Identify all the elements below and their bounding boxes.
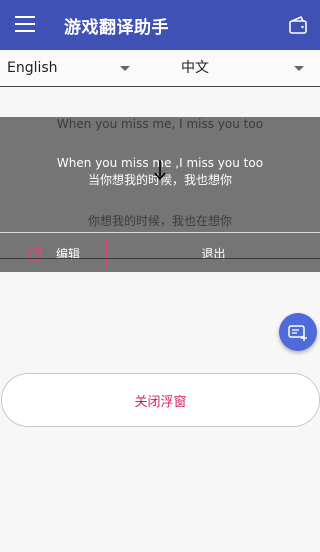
target-language-label: 中文 bbox=[181, 60, 209, 76]
overlay-actions: 编辑 退出 bbox=[0, 233, 320, 272]
original-text-line: 你想我的时候，我也在想你 bbox=[87, 214, 232, 228]
arrow-down-icon bbox=[154, 160, 166, 181]
exit-label: 退出 bbox=[201, 247, 226, 261]
edit-button[interactable]: 编辑 bbox=[0, 233, 106, 272]
close-overlay-label: 关闭浮窗 bbox=[134, 395, 187, 410]
close-overlay-button[interactable]: 关闭浮窗 bbox=[1, 373, 320, 427]
language-bar: English 中文 bbox=[0, 50, 320, 87]
source-language-label: English bbox=[7, 60, 58, 76]
app-title: 游戏翻译助手 bbox=[64, 18, 169, 38]
translation-overlay[interactable]: When you miss me, I miss you too When yo… bbox=[0, 117, 320, 272]
exit-button[interactable]: 退出 bbox=[107, 233, 320, 272]
wallet-icon[interactable] bbox=[288, 15, 308, 35]
target-language-select[interactable]: 中文 bbox=[181, 50, 306, 86]
original-text-line: When you miss me, I miss you too bbox=[56, 117, 264, 131]
source-language-select[interactable]: English bbox=[7, 50, 135, 86]
add-screenshot-button[interactable] bbox=[279, 313, 317, 351]
divider bbox=[0, 258, 320, 259]
caret-down-icon bbox=[294, 66, 304, 71]
menu-icon[interactable] bbox=[15, 16, 35, 32]
add-screenshot-icon bbox=[288, 325, 307, 341]
caret-down-icon bbox=[120, 66, 130, 71]
app-bar: 游戏翻译助手 bbox=[0, 0, 320, 50]
edit-label: 编辑 bbox=[56, 247, 81, 261]
